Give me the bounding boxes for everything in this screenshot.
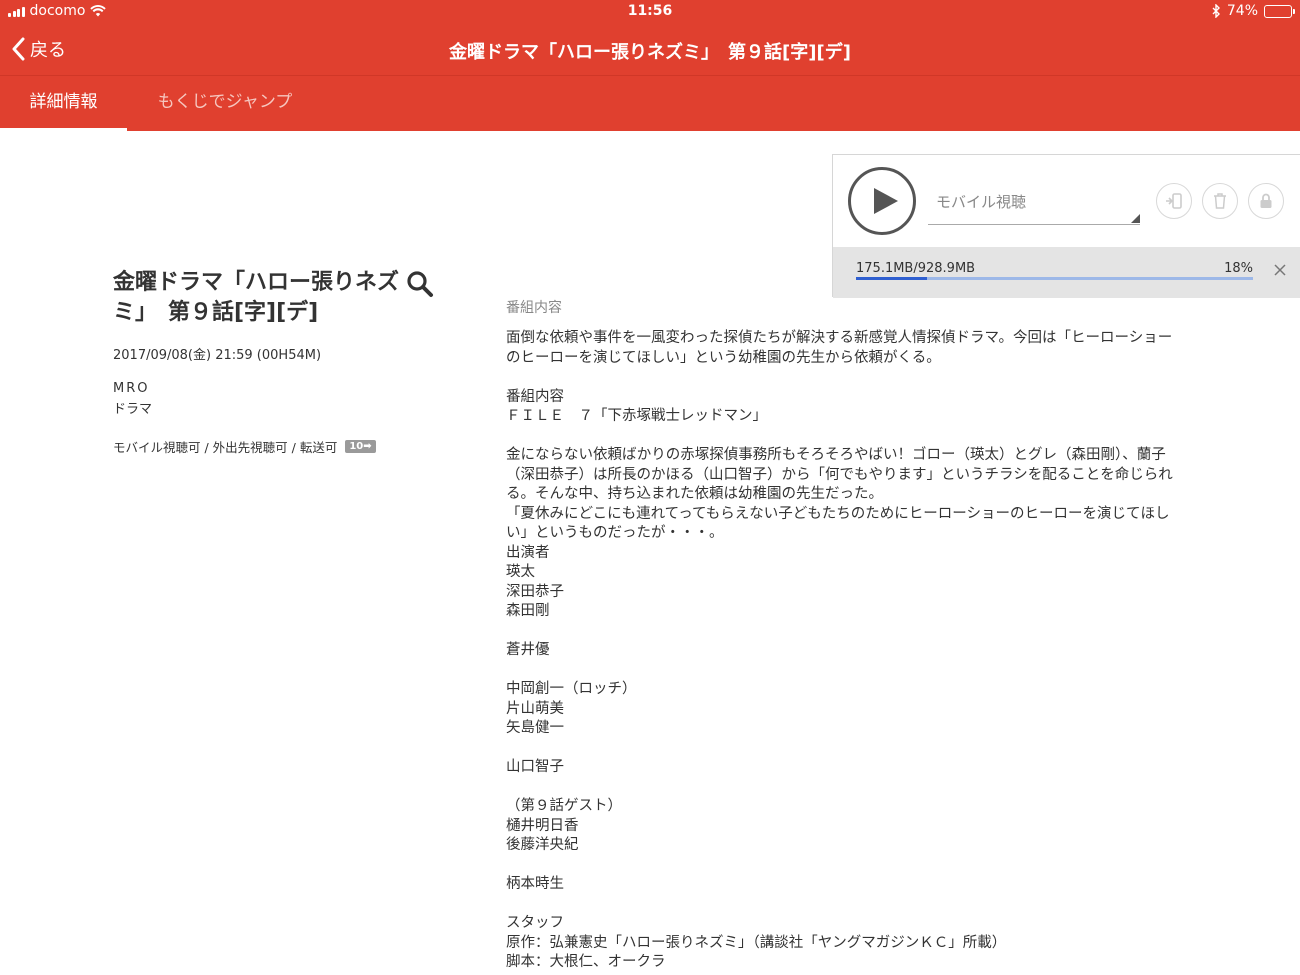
tab-chapter-jump[interactable]: もくじでジャンプ — [140, 76, 310, 132]
download-percent: 18% — [1224, 261, 1253, 276]
dropdown-corner-icon — [1131, 214, 1140, 223]
rights-text: モバイル視聴可 / 外出先視聴可 / 転送可 — [113, 440, 338, 455]
viewing-mode-value: モバイル視聴 — [936, 193, 1027, 211]
genre: ドラマ — [113, 402, 153, 417]
protect-button[interactable] — [1248, 183, 1284, 219]
battery-percent: 74% — [1226, 3, 1258, 19]
chevron-left-icon — [12, 37, 25, 61]
download-progress-area: 175.1MB/928.9MB 18% — [833, 247, 1300, 298]
program-description: 面倒な依頼や事件を一風変わった探偵たちが解決する新感覚人情探偵ドラマ。今回は「ヒ… — [506, 330, 1173, 970]
trash-icon — [1214, 193, 1226, 209]
download-controls: モバイル視聴 — [833, 155, 1300, 247]
status-bar: docomo 11:56 74% — [0, 0, 1300, 24]
download-progress-fill — [856, 277, 928, 280]
channel-name: MRO — [113, 381, 150, 396]
transfer-to-device-icon — [1166, 193, 1182, 209]
transfer-count-badge: 10➡ — [345, 440, 376, 453]
back-label: 戻る — [30, 40, 66, 61]
nav-title: 金曜ドラマ「ハロー張りネズミ」 第９話[字][デ] — [449, 42, 851, 63]
download-size: 175.1MB/928.9MB — [856, 261, 976, 276]
back-button[interactable]: 戻る — [12, 36, 66, 62]
broadcast-datetime: 2017/09/08(金) 21:59 (00H54M) — [113, 348, 322, 363]
tab-bar: 詳細情報 もくじでジャンプ — [0, 75, 1300, 131]
program-title: 金曜ドラマ「ハロー張りネズミ」 第９話[字][デ] — [113, 270, 400, 325]
status-time: 11:56 — [627, 3, 673, 19]
description-label: 番組内容 — [506, 300, 562, 316]
viewing-mode-select[interactable]: モバイル視聴 — [928, 185, 1140, 225]
download-progress-bar — [856, 277, 1253, 280]
lock-icon — [1260, 193, 1272, 208]
battery-icon — [1264, 4, 1295, 18]
bluetooth-icon — [1212, 4, 1220, 18]
transfer-device-button[interactable] — [1156, 183, 1192, 219]
active-tab-indicator — [0, 128, 127, 131]
tab-details[interactable]: 詳細情報 — [0, 76, 127, 132]
search-icon[interactable] — [406, 270, 434, 298]
status-right: 74% — [1212, 3, 1295, 19]
close-icon[interactable] — [1273, 263, 1287, 277]
play-button[interactable] — [848, 167, 916, 235]
viewing-rights: モバイル視聴可 / 外出先視聴可 / 転送可 10➡ — [113, 437, 443, 456]
delete-button[interactable] — [1202, 183, 1238, 219]
download-panel: モバイル視聴 175.1MB/928.9MB 18% — [832, 154, 1300, 298]
program-info: 金曜ドラマ「ハロー張りネズミ」 第９話[字][デ] 2017/09/08(金) … — [113, 268, 443, 456]
nav-bar: 戻る 金曜ドラマ「ハロー張りネズミ」 第９話[字][デ] — [0, 24, 1300, 75]
